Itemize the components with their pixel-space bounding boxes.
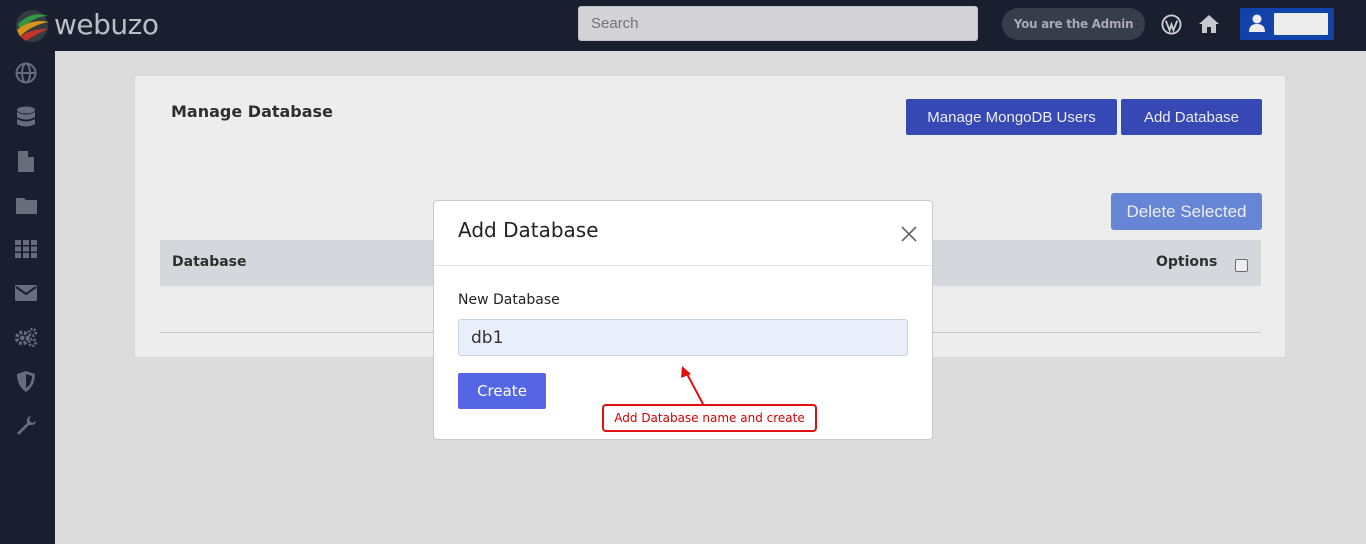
annotation-arrow-icon [681, 366, 704, 405]
modal-divider [434, 265, 932, 266]
close-icon[interactable] [898, 223, 920, 245]
create-button[interactable]: Create [458, 373, 546, 409]
modal-title: Add Database [458, 218, 599, 242]
new-database-label: New Database [458, 292, 560, 308]
annotation-label: Add Database name and create [602, 404, 817, 432]
new-database-input[interactable] [458, 319, 908, 356]
